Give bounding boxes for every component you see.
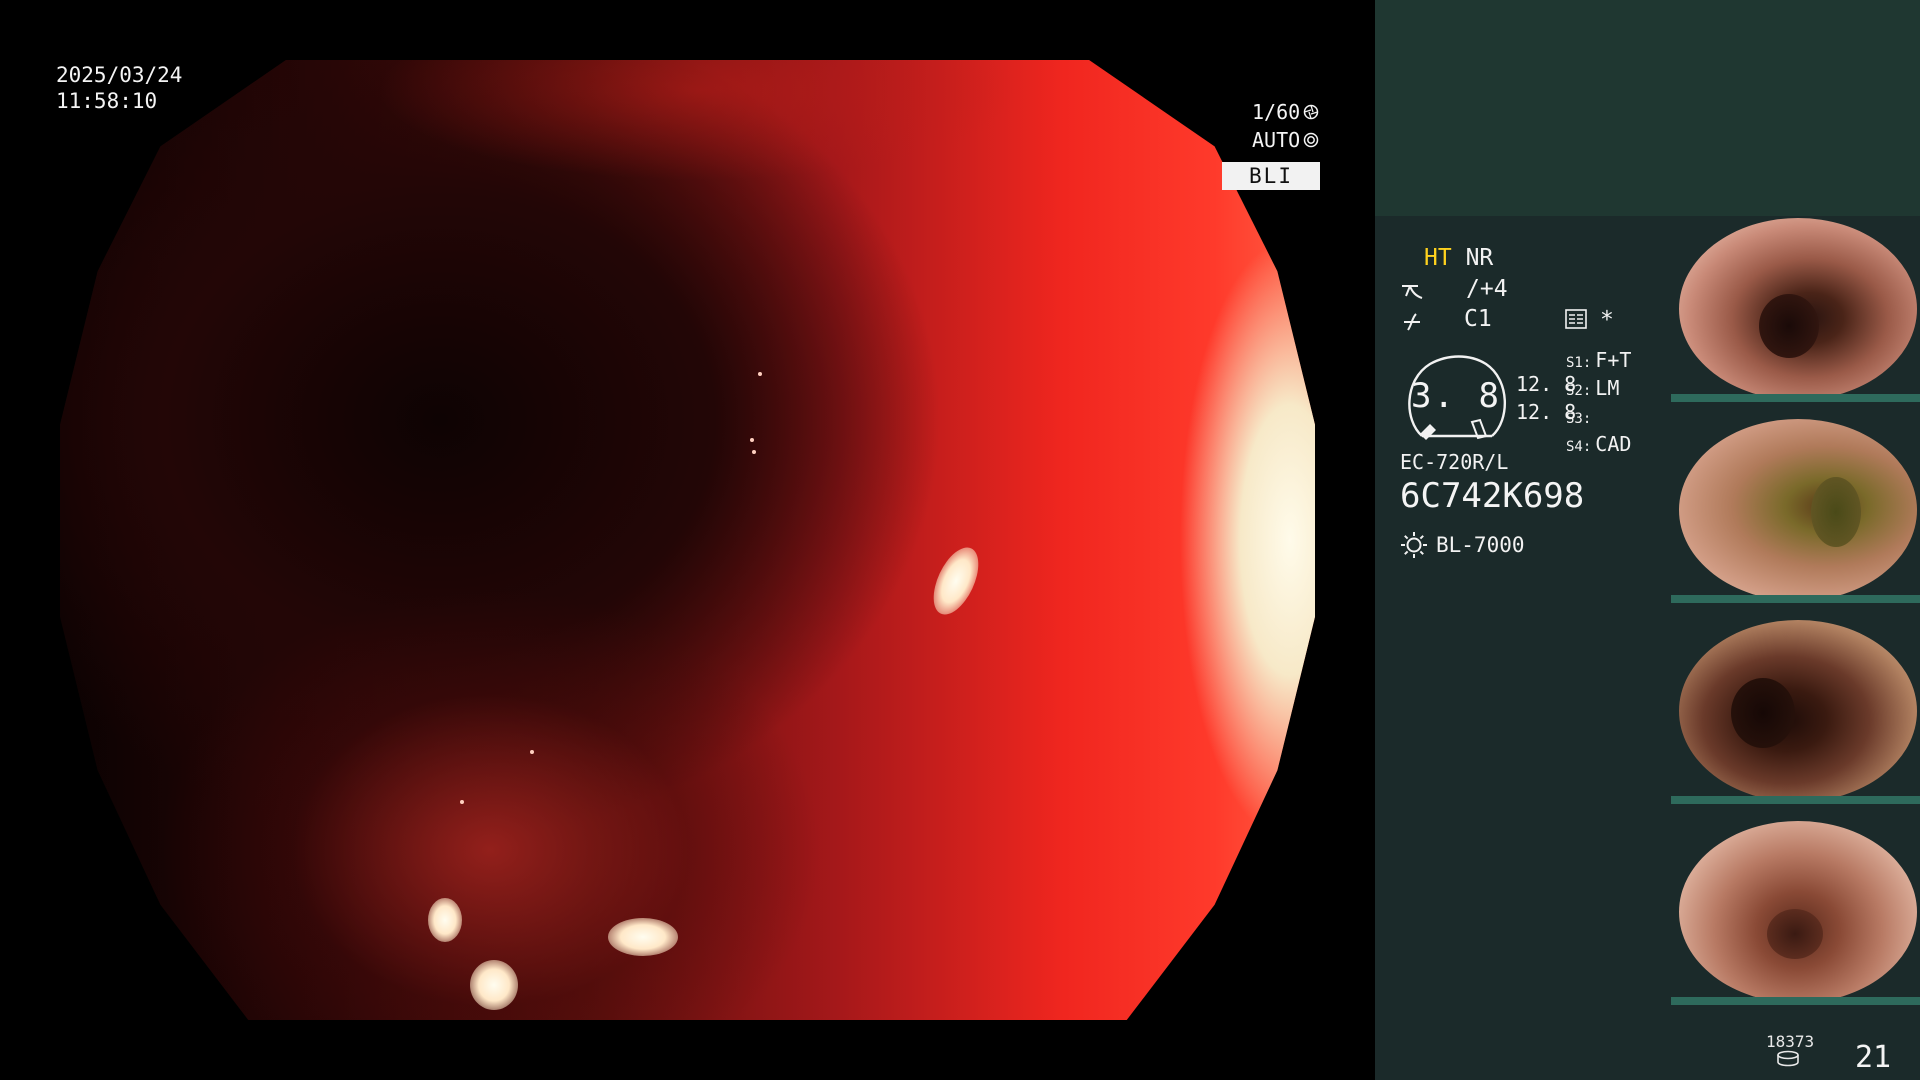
datetime-readout: 2025/03/24 11:58:10 [56,62,182,114]
storage-disk-icon [1777,1050,1799,1067]
image-count: 21 [1855,1040,1892,1075]
ht-nr-row: HT NR [1424,244,1493,272]
switch-s2: S2: LM [1566,376,1620,400]
light-reflection [608,918,678,956]
switch-s1: S1: F+T [1566,348,1632,372]
switch-s4: S4: CAD [1566,432,1632,456]
light-speck [460,800,464,804]
shutter-icon [1303,104,1319,120]
color-mode: C1 [1464,306,1492,332]
endoscope-view-area: 2025/03/24 11:58:10 1/60 AUTO BLI [0,0,1375,1080]
switch-s3: S3: [1566,411,1592,427]
light-speck [530,750,534,754]
captured-images-strip [1671,216,1920,1020]
panel-header-area [1375,0,1920,216]
storage-count: 18373 [1766,1032,1815,1051]
scope-model: EC-720R/L [1400,450,1509,474]
light-source-icon [1401,532,1427,558]
live-endoscope-image [60,60,1315,1020]
light-source-row: BL-7000 [1400,531,1525,559]
captured-thumbnail[interactable] [1671,417,1920,603]
switch-assignments: S1: F+T S2: LM S3: S4: CAD [1566,348,1631,460]
color-mode-icon [1404,313,1420,331]
nr-indicator: NR [1465,245,1494,271]
captured-thumbnail[interactable] [1671,819,1920,1005]
light-reflection [428,898,462,942]
date-text: 2025/03/24 [56,63,183,87]
captured-thumbnail[interactable] [1671,618,1920,804]
enhance-level: /+4 [1466,276,1508,302]
light-source-name: BL-7000 [1436,533,1525,557]
time-text: 11:58:10 [56,89,158,113]
light-reflection [924,540,988,622]
structure-enhance-icon [1402,285,1423,299]
light-reflection [470,960,518,1010]
light-speck [752,450,756,454]
shutter-speed: 1/60 [1252,100,1301,124]
exposure-info: 1/60 AUTO [1252,98,1322,154]
observation-mode-badge: BLI [1222,162,1320,190]
magnification-value: 3. 8 [1411,376,1501,416]
settings-list-icon [1565,309,1587,329]
light-speck [758,372,762,376]
iris-icon [1303,132,1319,148]
scope-serial-number: 6C742K698 [1400,476,1585,516]
light-speck [750,438,754,442]
captured-thumbnail[interactable] [1671,216,1920,402]
asterisk-indicator: * [1600,307,1614,333]
ht-indicator: HT [1424,245,1452,271]
iris-mode: AUTO [1252,128,1301,152]
